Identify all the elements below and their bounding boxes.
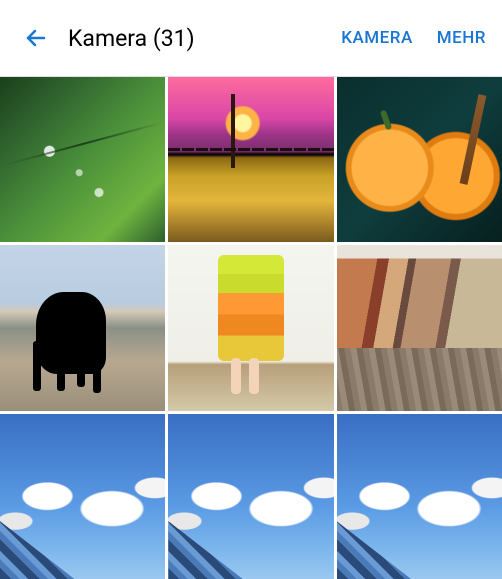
photo-street[interactable] [337, 245, 502, 410]
more-action[interactable]: MEHR [437, 28, 486, 48]
app-header: Kamera (31) KAMERA MEHR [0, 0, 502, 76]
photo-pillows[interactable] [168, 245, 333, 410]
photo-sunset-flowers[interactable] [168, 77, 333, 242]
camera-action[interactable]: KAMERA [341, 28, 412, 48]
photo-oranges[interactable] [337, 77, 502, 242]
arrow-back-icon [24, 26, 48, 50]
photo-grid [0, 77, 502, 579]
photo-sky-building-1[interactable] [0, 414, 165, 579]
page-title: Kamera (31) [68, 25, 317, 52]
photo-sky-building-2[interactable] [168, 414, 333, 579]
photo-black-panther[interactable] [0, 245, 165, 410]
photo-sky-building-3[interactable] [337, 414, 502, 579]
photo-leaf-droplets[interactable] [0, 77, 165, 242]
back-button[interactable] [16, 18, 56, 58]
